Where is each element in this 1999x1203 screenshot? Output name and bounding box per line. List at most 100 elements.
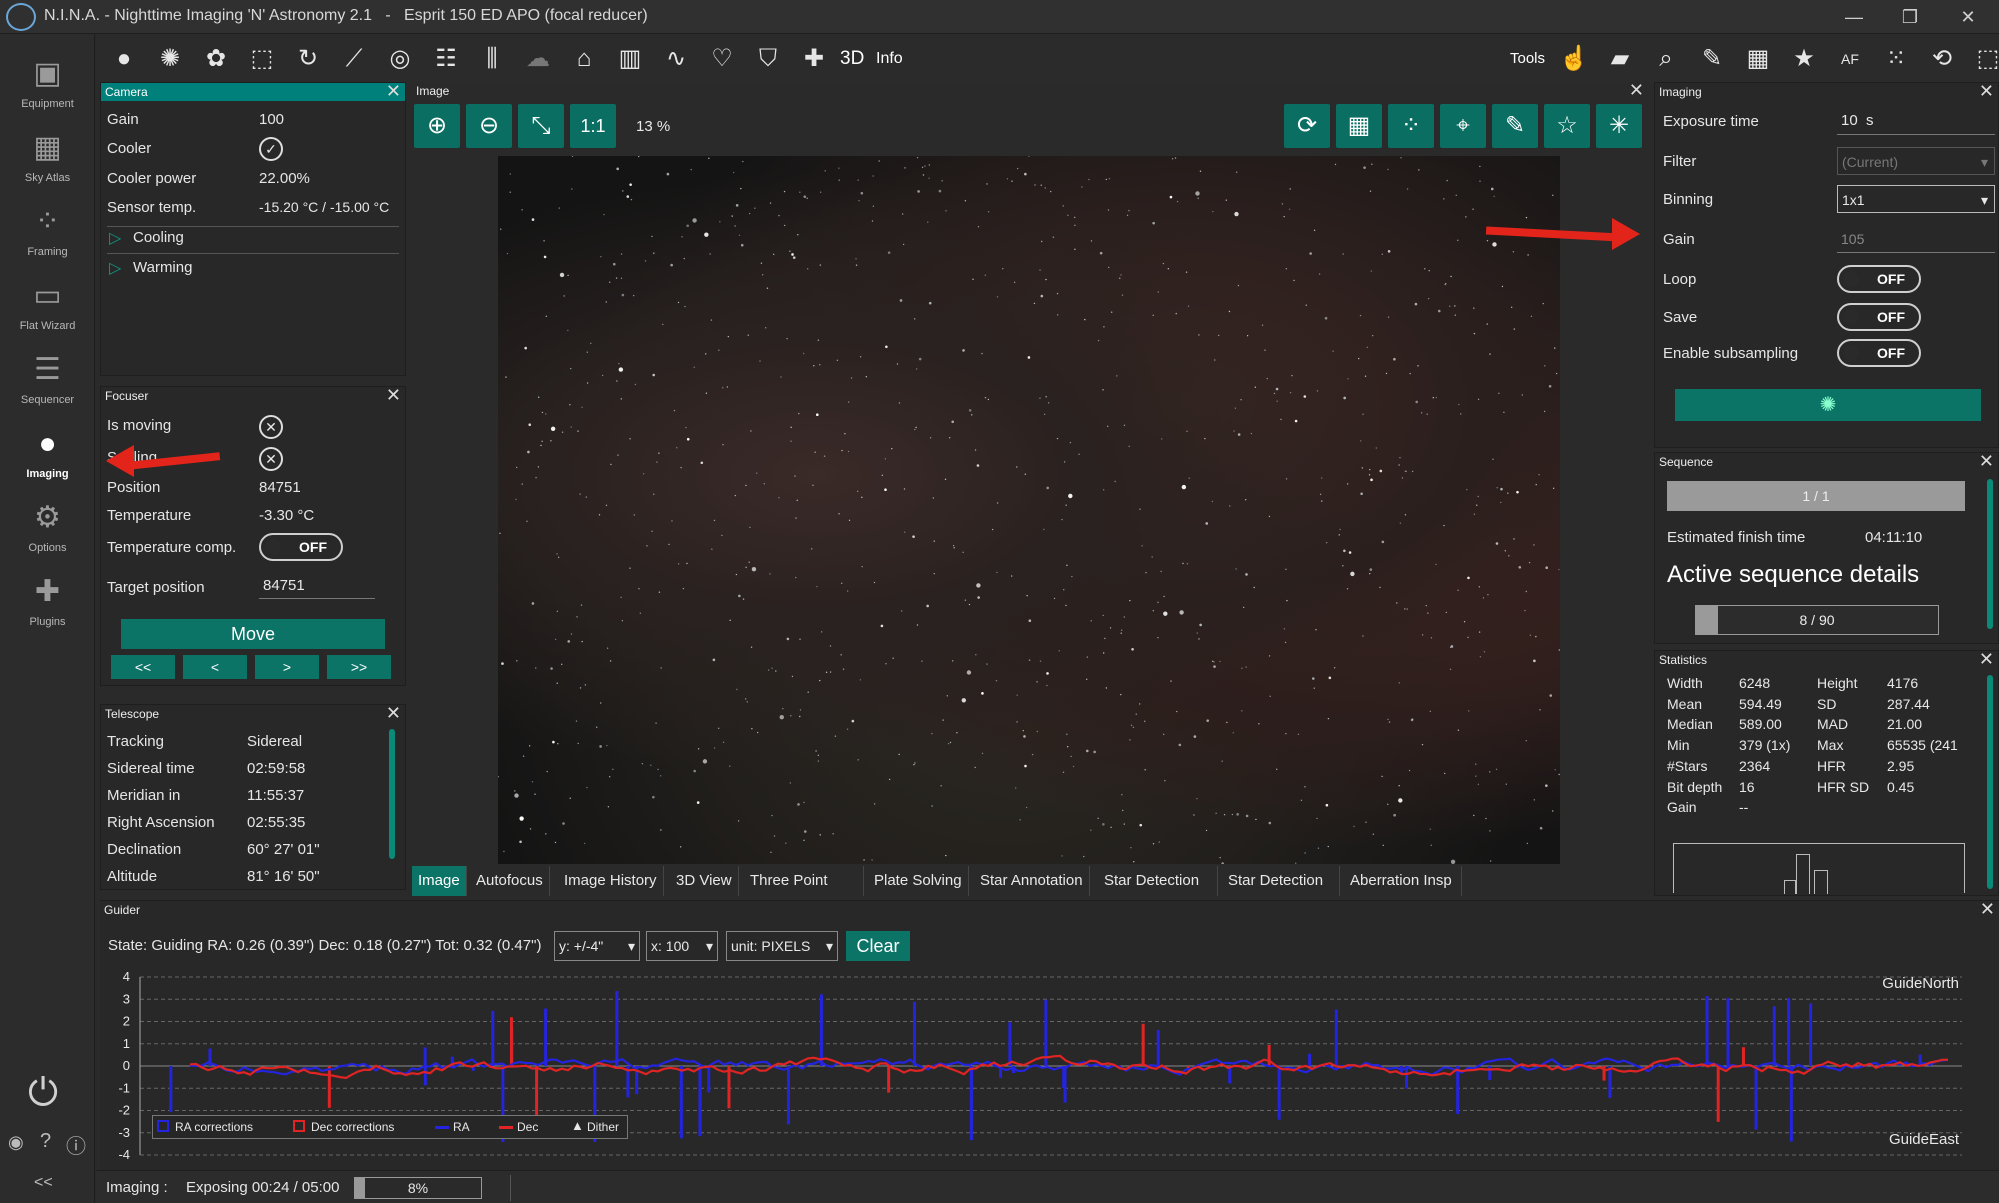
scrollbar[interactable] <box>1987 675 1993 889</box>
tab-autofocus[interactable]: Autofocus <box>470 866 550 896</box>
zoom-out-button[interactable]: ⊖ <box>466 104 512 148</box>
star-detect-button[interactable]: ⁘ <box>1388 104 1434 148</box>
fit-to-screen-button[interactable]: ⤡ <box>518 104 564 148</box>
graph-icon[interactable]: ∿ <box>658 42 694 76</box>
filter-select[interactable]: (Current) ▾ <box>1837 147 1995 175</box>
collapse-icon[interactable]: << <box>34 1174 53 1192</box>
power-icon[interactable]: ⏻ <box>28 1072 58 1115</box>
star <box>561 663 563 665</box>
close-icon[interactable]: ✕ <box>1629 80 1644 101</box>
step-far-left-button[interactable]: << <box>111 655 175 679</box>
x-scale-select[interactable]: x: 100 ▾ <box>646 931 718 961</box>
nav-plugins[interactable]: ✚ Plugins <box>0 566 95 640</box>
nav-framing[interactable]: ⁘ Framing <box>0 196 95 270</box>
rotator-wheel-icon[interactable]: ✿ <box>198 42 234 76</box>
minimize-button[interactable]: — <box>1836 4 1872 30</box>
warming-expander[interactable]: Warming <box>133 259 192 276</box>
unit-select[interactable]: unit: PIXELS ▾ <box>726 931 838 961</box>
nav-flat-wizard[interactable]: ▭ Flat Wizard <box>0 270 95 344</box>
close-icon[interactable]: ✕ <box>1980 899 1995 920</box>
astro-image[interactable] <box>498 156 1560 864</box>
bahtinov-button[interactable]: ✳ <box>1596 104 1642 148</box>
magic-wand-button[interactable]: ✎ <box>1492 104 1538 148</box>
close-icon[interactable]: ✕ <box>1979 451 1994 472</box>
shield-icon[interactable]: ⛉ <box>750 42 786 76</box>
step-right-button[interactable]: > <box>255 655 319 679</box>
list-icon[interactable]: ☷ <box>428 42 464 76</box>
target-icon[interactable]: ◎ <box>382 42 418 76</box>
one-to-one-button[interactable]: 1:1 <box>570 104 616 148</box>
zoom-in-button[interactable]: ⊕ <box>414 104 460 148</box>
target-position-input[interactable]: 84751 <box>259 575 375 599</box>
scrollbar[interactable] <box>389 729 395 859</box>
tab-star-detection-c[interactable]: Star Detection C <box>1222 866 1340 896</box>
star-button[interactable]: ☆ <box>1544 104 1590 148</box>
bulb-icon[interactable]: ♡ <box>704 42 740 76</box>
star-icon[interactable]: ★ <box>1786 42 1822 76</box>
puzzle-icon[interactable]: ✚ <box>796 42 832 76</box>
brush-icon[interactable]: ✎ <box>1694 42 1730 76</box>
refresh-button[interactable]: ⟳ <box>1284 104 1330 148</box>
clear-button[interactable]: Clear <box>846 931 910 961</box>
save-toggle[interactable]: OFF <box>1837 303 1921 331</box>
scrollbar[interactable] <box>1987 479 1993 629</box>
close-icon[interactable]: ✕ <box>1979 81 1994 102</box>
autofocus-icon[interactable]: AF <box>1832 42 1868 76</box>
plate-solve-icon[interactable]: ⬚ <box>1970 42 1999 76</box>
tab-image-history[interactable]: Image History <box>558 866 664 896</box>
star <box>745 566 747 569</box>
nav-imaging[interactable]: ● Imaging <box>0 418 95 492</box>
close-window-button[interactable]: ✕ <box>1950 4 1986 30</box>
search-icon[interactable]: ⌕ <box>1648 42 1684 76</box>
camera-icon[interactable]: ● <box>106 42 142 76</box>
history-icon[interactable]: ⟲ <box>1924 42 1960 76</box>
temp-comp-toggle[interactable]: OFF <box>259 533 343 561</box>
step-far-right-button[interactable]: >> <box>327 655 391 679</box>
hand-icon[interactable]: ☝ <box>1556 42 1592 76</box>
info-icon[interactable]: ⓘ <box>66 1130 86 1159</box>
crosshair-button[interactable]: ⌖ <box>1440 104 1486 148</box>
nav-equipment[interactable]: ▣ Equipment <box>0 48 95 122</box>
exposure-input[interactable]: 10 s <box>1837 109 1995 135</box>
calculator-icon[interactable]: ▦ <box>1740 42 1776 76</box>
info-button[interactable]: Info <box>876 50 903 68</box>
help-icon[interactable]: ? <box>40 1130 51 1153</box>
tab-aberration-inspector[interactable]: Aberration Insp <box>1344 866 1462 896</box>
filter-wheel-icon[interactable]: ✺ <box>152 42 188 76</box>
cooling-expander[interactable]: Cooling <box>133 229 184 246</box>
focus-frame-icon[interactable]: ⬚ <box>244 42 280 76</box>
bar-chart-icon[interactable]: ▥ <box>612 42 648 76</box>
tab-3d-view[interactable]: 3D View <box>670 866 739 896</box>
close-icon[interactable]: ✕ <box>386 703 401 724</box>
tab-star-detection-f[interactable]: Star Detection F <box>1098 866 1218 896</box>
gain-input[interactable]: 105 <box>1837 227 1995 253</box>
star-field-icon[interactable]: ⁙ <box>1878 42 1914 76</box>
nav-sky-atlas[interactable]: ▦ Sky Atlas <box>0 122 95 196</box>
weather-icon[interactable]: ☁ <box>520 42 556 76</box>
eye-icon[interactable]: ◉ <box>8 1132 24 1153</box>
close-icon[interactable]: ✕ <box>386 385 401 406</box>
flat-icon[interactable]: ▰ <box>1602 42 1638 76</box>
tab-image[interactable]: Image <box>412 866 467 896</box>
binning-select[interactable]: 1x1 ▾ <box>1837 185 1995 213</box>
telescope-icon[interactable]: ⟋ <box>336 42 372 76</box>
nav-sequencer[interactable]: ☰ Sequencer <box>0 344 95 418</box>
loop-toggle[interactable]: OFF <box>1837 265 1921 293</box>
y-scale-select[interactable]: y: +/-4" ▾ <box>554 931 640 961</box>
subsample-toggle[interactable]: OFF <box>1837 339 1921 367</box>
tab-star-annotation[interactable]: Star Annotation <box>974 866 1090 896</box>
move-button[interactable]: Move <box>121 619 385 649</box>
close-icon[interactable]: ✕ <box>1979 649 1994 670</box>
tab-plate-solving[interactable]: Plate Solving <box>868 866 969 896</box>
3d-button[interactable]: 3D <box>840 48 864 70</box>
close-icon[interactable]: ✕ <box>386 81 401 102</box>
dome-icon[interactable]: ⌂ <box>566 42 602 76</box>
grid-button[interactable]: ▦ <box>1336 104 1382 148</box>
nav-options[interactable]: ⚙ Options <box>0 492 95 566</box>
capture-spinner-button[interactable]: ✺ <box>1675 389 1981 421</box>
step-left-button[interactable]: < <box>183 655 247 679</box>
sliders-icon[interactable]: ⫼ <box>474 42 510 76</box>
maximize-button[interactable]: ❐ <box>1892 4 1928 30</box>
tab-three-point-polar[interactable]: Three Point Pola <box>744 866 864 896</box>
rotator-icon[interactable]: ↻ <box>290 42 326 76</box>
